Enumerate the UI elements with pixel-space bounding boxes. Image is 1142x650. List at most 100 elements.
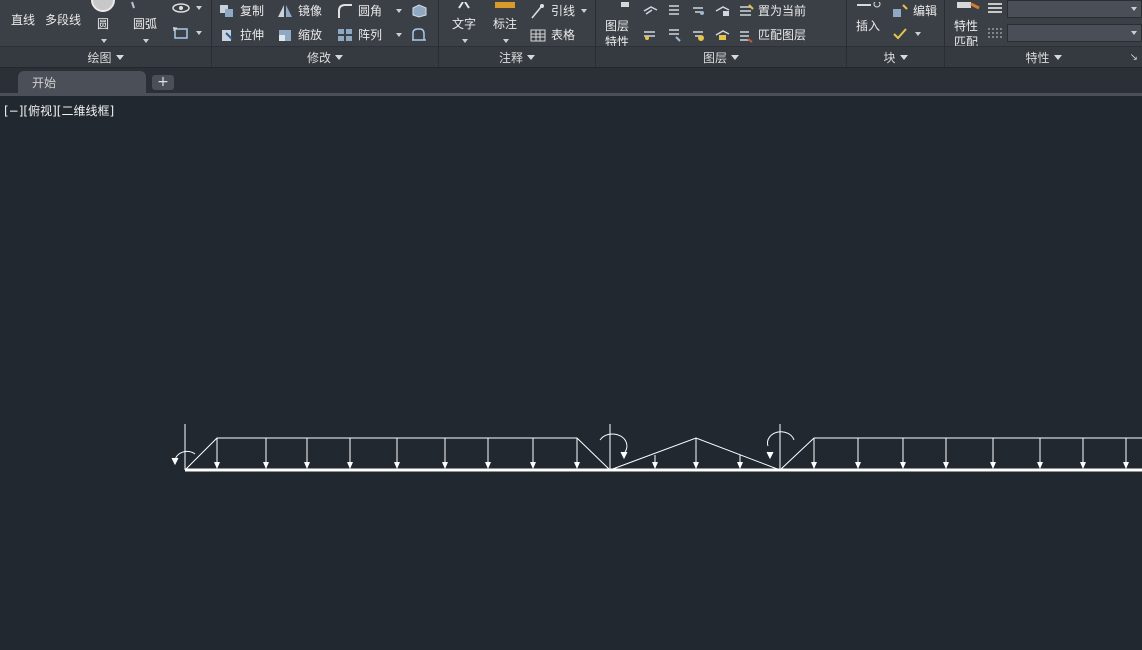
layer-lock-icon — [715, 6, 730, 16]
block-title-label: 块 — [883, 50, 896, 65]
match-layer-button[interactable]: 匹配图层 — [738, 26, 806, 43]
load-arrow-head — [693, 462, 699, 469]
circle-dropdown-icon[interactable] — [101, 38, 107, 43]
load-arrow-head — [1037, 462, 1043, 469]
mirror-button[interactable]: 镜像 — [276, 2, 322, 19]
annotation-panel-caret-icon — [527, 54, 535, 60]
stretch-button[interactable]: 拉伸 — [218, 26, 264, 43]
lineweight-icon — [988, 3, 1002, 13]
leader-icon — [531, 3, 544, 18]
copy-button[interactable]: 复制 — [218, 2, 264, 19]
scale-button[interactable]: 缩放 — [276, 26, 322, 43]
layer-tool-8[interactable] — [714, 26, 730, 42]
modify-panel-title[interactable]: 修改 — [212, 46, 438, 67]
leader-dropdown-icon[interactable] — [581, 8, 588, 13]
layer-thaw-icon — [669, 29, 681, 42]
text-button[interactable]: 文字 — [447, 0, 481, 48]
dimension-dropdown-icon[interactable] — [503, 38, 509, 43]
array-icon — [338, 28, 352, 41]
tab-start[interactable]: 开始 — [18, 71, 146, 93]
load-arrow-head — [811, 462, 817, 469]
insert-label: 插入 — [855, 19, 880, 33]
block-attribute-tool[interactable] — [891, 26, 921, 42]
linetype-icon — [988, 28, 1002, 38]
block-edit-label: 编辑 — [913, 4, 938, 18]
layer-tool-2[interactable] — [666, 2, 682, 18]
layer-freeze-icon — [693, 7, 704, 15]
rectangle-tool[interactable] — [172, 26, 202, 40]
annotation-panel-title[interactable]: 注释 — [439, 46, 595, 67]
drawing-canvas[interactable] — [0, 96, 1142, 650]
lineweight-dropdown[interactable] — [1007, 0, 1142, 18]
draw-title-label: 绘图 — [87, 50, 112, 65]
eye-icon — [172, 3, 190, 13]
layer-tool-5[interactable] — [642, 26, 658, 42]
box-icon — [412, 4, 427, 18]
arc-dropdown-icon[interactable] — [143, 38, 149, 43]
fillet-dropdown-icon[interactable] — [396, 8, 403, 13]
offset-tool[interactable] — [410, 26, 428, 42]
set-current-button[interactable]: 置为当前 — [738, 2, 806, 19]
text-dropdown-icon[interactable] — [462, 38, 468, 43]
dimension-label: 标注 — [492, 17, 517, 31]
properties-title-label: 特性 — [1025, 50, 1050, 65]
match-properties-button[interactable]: 特性 匹配 — [949, 0, 983, 50]
lineweight-tool[interactable] — [987, 1, 1003, 17]
block-panel-title[interactable]: 块 — [847, 46, 944, 67]
attribute-dropdown-icon[interactable] — [915, 32, 921, 36]
table-button[interactable]: 表格 — [529, 26, 575, 43]
array-button[interactable]: 阵列 — [336, 26, 403, 43]
load-arrow-head — [394, 462, 400, 469]
layer-properties-button[interactable]: 图层 特性 — [600, 0, 634, 50]
layer-tool-6[interactable] — [666, 26, 682, 42]
linetype-tool[interactable] — [987, 25, 1003, 41]
line-label: 直线 — [10, 13, 35, 27]
scale-icon — [279, 29, 291, 41]
layer-isolate-icon — [669, 5, 679, 15]
plus-icon: + — [157, 74, 169, 90]
layer-tool-1[interactable] — [642, 2, 658, 18]
circle-button[interactable]: 圆 — [88, 0, 118, 48]
match-properties-label-1: 特性 — [953, 19, 978, 33]
polyline-button[interactable]: 多段线 — [42, 12, 84, 28]
layer-tool-4[interactable] — [714, 2, 730, 18]
layers-panel-title[interactable]: 图层 — [596, 46, 846, 67]
modify-panel-caret-icon — [335, 54, 343, 60]
arc-label: 圆弧 — [132, 17, 157, 31]
dimension-button[interactable]: 标注 — [487, 0, 523, 48]
stretch-icon — [222, 29, 233, 41]
match-properties-icon — [957, 2, 980, 10]
panel-expand-icon[interactable]: ↘ — [1130, 52, 1138, 63]
linetype-dropdown[interactable] — [1007, 24, 1142, 42]
dimension-icon — [495, 2, 515, 8]
layer-tool-3[interactable] — [690, 2, 706, 18]
load-arrow-head — [214, 462, 220, 469]
3d-box-tool[interactable] — [410, 2, 428, 18]
fillet-button[interactable]: 圆角 — [336, 2, 403, 19]
layer-tool-7[interactable] — [690, 26, 706, 42]
arc-button[interactable]: 圆弧 — [128, 0, 162, 48]
layer-properties-label-1: 图层 — [604, 19, 629, 33]
attribute-check-icon — [893, 28, 907, 40]
rectangle-icon — [173, 27, 188, 39]
match-layer-label: 匹配图层 — [758, 28, 807, 42]
load-arrow-head — [652, 462, 658, 469]
new-tab-button[interactable]: + — [152, 75, 174, 90]
insert-button[interactable]: 插入 — [851, 0, 885, 34]
properties-panel-title[interactable]: 特性 ↘ — [945, 46, 1142, 67]
rectangle-dropdown-icon[interactable] — [196, 31, 202, 35]
draw-panel-title[interactable]: 绘图 — [0, 46, 211, 67]
modify-title-label: 修改 — [306, 50, 331, 65]
offset-icon — [412, 28, 426, 41]
block-edit-button[interactable]: 编辑 — [891, 2, 937, 19]
hatch-tool[interactable] — [172, 2, 202, 14]
load-arrow-head — [574, 462, 580, 469]
layer-properties-icon — [621, 2, 629, 7]
hatch-dropdown-icon[interactable] — [196, 6, 202, 10]
circle-label: 圆 — [96, 17, 109, 31]
leader-button[interactable]: 引线 — [529, 2, 588, 19]
line-button[interactable]: 直线 — [6, 12, 40, 28]
right-support-marker — [766, 424, 795, 470]
array-dropdown-icon[interactable] — [396, 32, 403, 37]
leader-label: 引线 — [551, 4, 576, 18]
